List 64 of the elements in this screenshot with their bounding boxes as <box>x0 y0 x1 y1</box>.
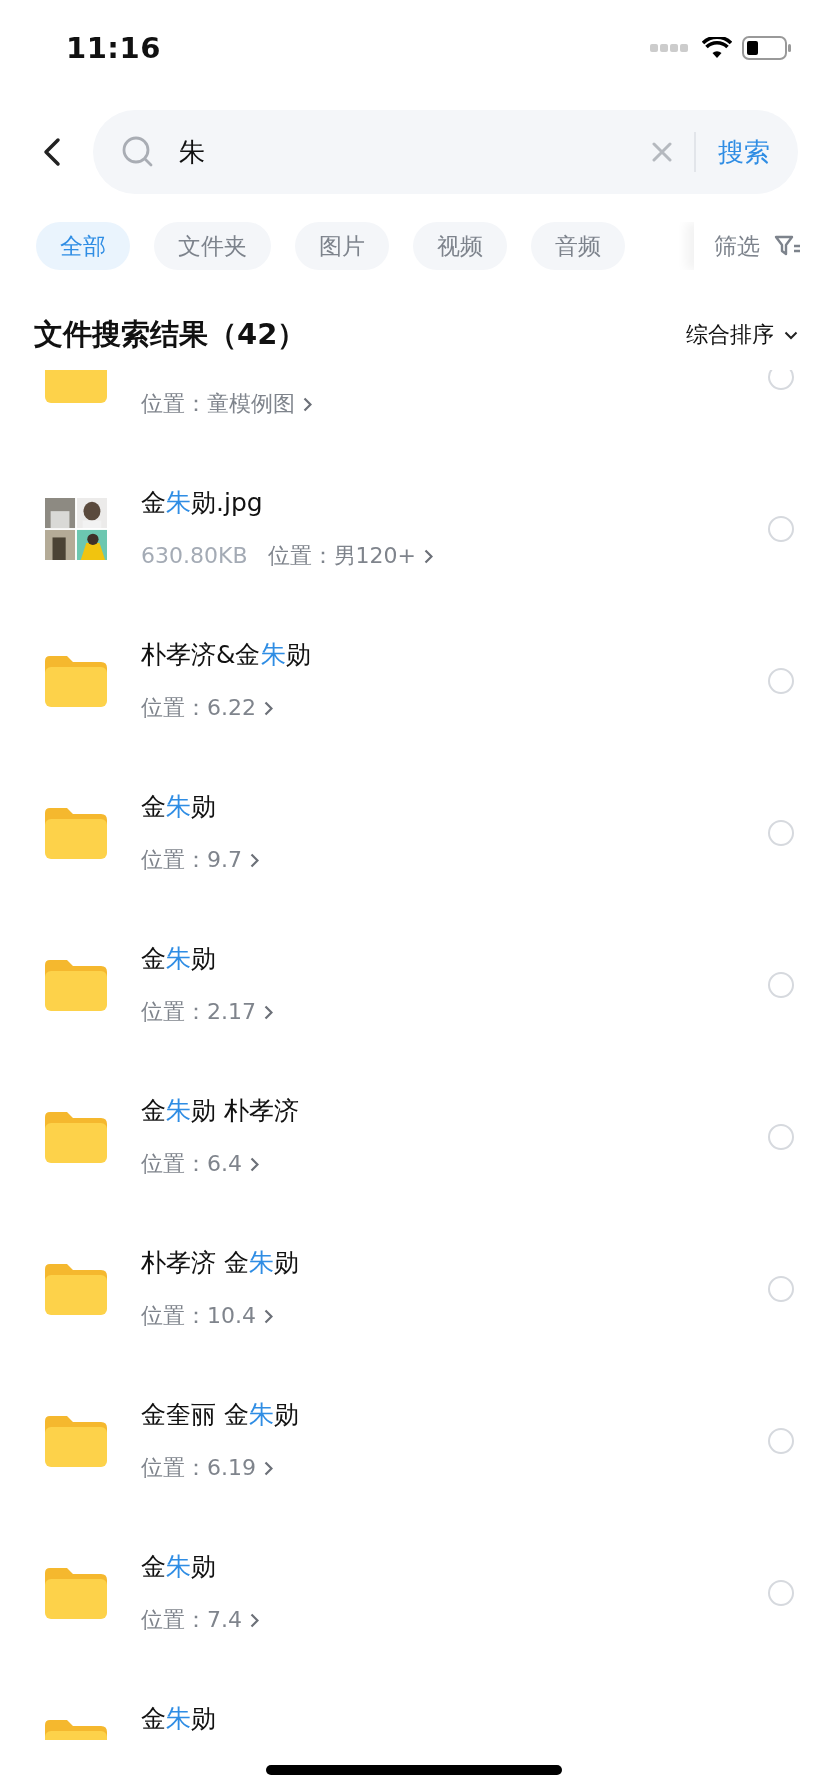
location-link[interactable]: 位置：6.19 <box>141 1453 273 1483</box>
location-link[interactable]: 位置：6.22 <box>141 693 273 723</box>
signal-icon <box>650 42 690 53</box>
filter-icon <box>774 235 802 257</box>
folder-icon <box>45 1415 107 1467</box>
select-radio[interactable] <box>768 1124 794 1150</box>
search-button[interactable]: 搜索 <box>718 134 770 170</box>
status-time: 11:16 <box>66 30 161 65</box>
select-radio[interactable] <box>768 1428 794 1454</box>
file-name: 金朱勋 <box>141 1703 217 1735</box>
results-title: 文件搜索结果（42） <box>34 316 308 353</box>
location-link[interactable]: 位置：9.7 <box>141 845 259 875</box>
search-field[interactable]: 朱 搜索 <box>93 110 798 194</box>
chevron-down-icon <box>784 330 798 340</box>
file-name: 金朱勋.jpg <box>141 487 264 519</box>
home-indicator[interactable] <box>266 1765 562 1775</box>
file-size: 630.80KB <box>141 542 248 570</box>
folder-icon <box>45 1111 107 1163</box>
select-radio[interactable] <box>768 820 794 846</box>
folder-icon <box>45 655 107 707</box>
filter-chip[interactable]: 全部 <box>36 222 130 270</box>
filter-chip[interactable]: 图片 <box>295 222 389 270</box>
chevron-right-icon <box>250 1156 259 1172</box>
location-link[interactable]: 位置：10.4 <box>141 1301 273 1331</box>
chevron-right-icon <box>303 396 312 412</box>
file-name: 金朱勋 朴孝济 <box>141 1095 300 1127</box>
chevron-right-icon <box>264 700 273 716</box>
select-radio[interactable] <box>768 668 794 694</box>
location-link[interactable]: 位置：7.4 <box>141 1605 259 1635</box>
wifi-icon <box>702 36 732 59</box>
select-radio[interactable] <box>768 1580 794 1606</box>
select-radio[interactable] <box>768 370 794 390</box>
filter-label: 筛选 <box>714 231 760 261</box>
sort-button[interactable]: 综合排序 <box>686 320 798 350</box>
filter-chip[interactable]: 文件夹 <box>154 222 271 270</box>
file-name: 朴孝济 金朱勋 <box>141 1247 300 1279</box>
chevron-right-icon <box>264 1308 273 1324</box>
chevron-right-icon <box>250 852 259 868</box>
folder-icon <box>45 807 107 859</box>
chevron-right-icon <box>264 1004 273 1020</box>
location-link[interactable]: 位置：2.17 <box>141 997 273 1027</box>
search-icon <box>121 135 155 169</box>
select-radio[interactable] <box>768 1276 794 1302</box>
battery-icon <box>742 35 792 60</box>
file-name: 金奎丽 金朱勋 <box>141 1399 300 1431</box>
folder-icon <box>45 1263 107 1315</box>
file-name: 金朱勋 <box>141 1551 217 1583</box>
file-name: 金朱勋 <box>141 791 217 823</box>
file-name: 金朱勋 <box>141 943 217 975</box>
filter-chip[interactable]: 视频 <box>413 222 507 270</box>
filter-button[interactable]: 筛选 <box>694 222 828 270</box>
chevron-right-icon <box>264 1460 273 1476</box>
select-radio[interactable] <box>768 516 794 542</box>
chevron-right-icon <box>423 548 433 564</box>
location-link[interactable]: 位置：男120+ <box>267 541 433 571</box>
filter-chip[interactable]: 音频 <box>531 222 625 270</box>
location-link[interactable]: 位置：童模例图 <box>141 389 312 419</box>
folder-icon <box>45 959 107 1011</box>
chevron-right-icon <box>250 1612 259 1628</box>
file-name: 朴孝济&金朱勋 <box>141 639 312 671</box>
location-link[interactable]: 位置：6.4 <box>141 1149 259 1179</box>
clear-icon[interactable] <box>652 142 672 162</box>
select-radio[interactable] <box>768 972 794 998</box>
folder-icon <box>45 1567 107 1619</box>
